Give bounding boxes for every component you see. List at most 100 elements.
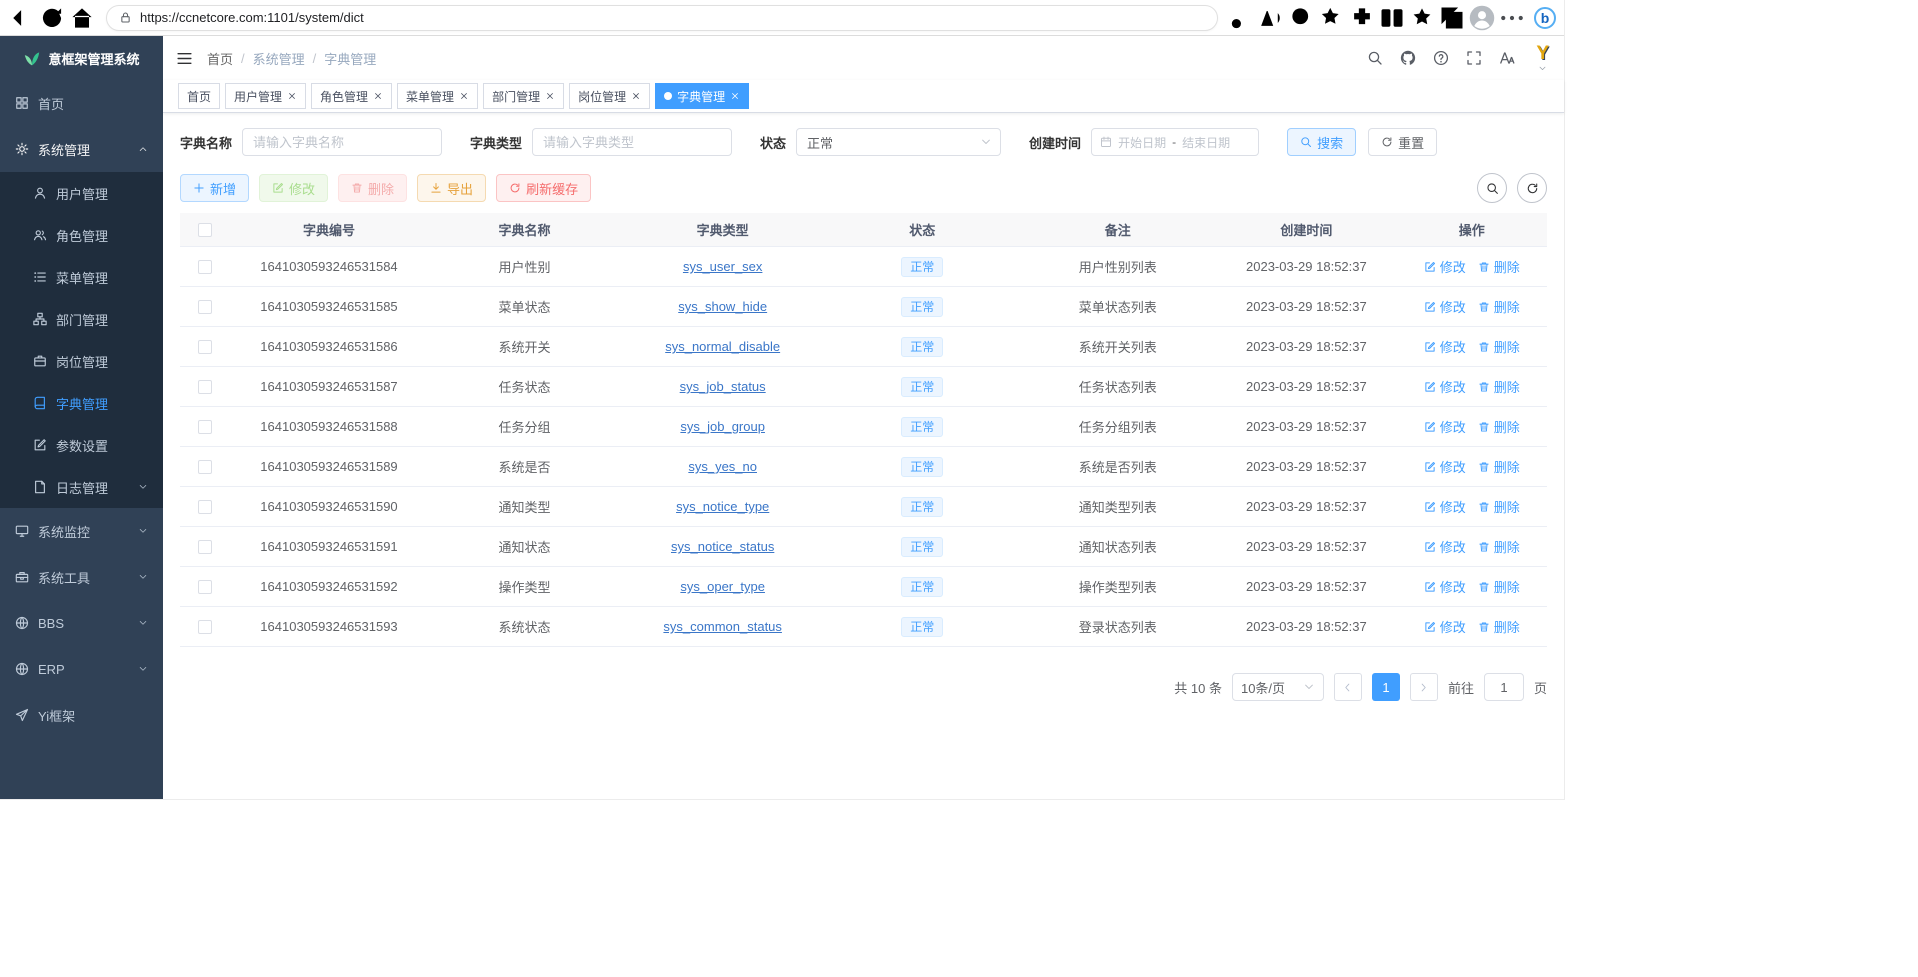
close-icon[interactable] bbox=[730, 91, 740, 101]
close-icon[interactable] bbox=[373, 91, 383, 101]
toggle-search-button[interactable] bbox=[1477, 173, 1507, 203]
reset-button[interactable]: 重置 bbox=[1368, 128, 1437, 156]
edit-button[interactable]: 修改 bbox=[259, 174, 328, 202]
dict-name-input[interactable] bbox=[242, 128, 442, 156]
tab-menu-management[interactable]: 菜单管理 bbox=[397, 83, 478, 109]
sidebar-item-post-management[interactable]: 岗位管理 bbox=[0, 340, 163, 382]
sidebar-item-erp[interactable]: ERP bbox=[0, 646, 163, 692]
close-icon[interactable] bbox=[287, 91, 297, 101]
tab-role-management[interactable]: 角色管理 bbox=[311, 83, 392, 109]
row-delete-button[interactable]: 删除 bbox=[1478, 457, 1520, 476]
home-icon[interactable] bbox=[68, 4, 96, 31]
row-delete-button[interactable]: 删除 bbox=[1478, 297, 1520, 316]
export-button[interactable]: 导出 bbox=[417, 174, 486, 202]
row-delete-button[interactable]: 删除 bbox=[1478, 617, 1520, 636]
font-size-icon[interactable] bbox=[1499, 50, 1515, 66]
row-checkbox[interactable] bbox=[198, 420, 212, 434]
row-edit-button[interactable]: 修改 bbox=[1424, 577, 1466, 596]
row-checkbox[interactable] bbox=[198, 580, 212, 594]
select-all-checkbox[interactable] bbox=[198, 223, 212, 237]
row-checkbox[interactable] bbox=[198, 500, 212, 514]
favorite-add-icon[interactable] bbox=[1318, 4, 1346, 31]
next-page-button[interactable] bbox=[1410, 673, 1438, 701]
sidebar-item-system-monitor[interactable]: 系统监控 bbox=[0, 508, 163, 554]
refresh-page-icon[interactable] bbox=[38, 4, 66, 31]
favorites-bar-icon[interactable] bbox=[1408, 4, 1436, 31]
sidebar-item-dept-management[interactable]: 部门管理 bbox=[0, 298, 163, 340]
back-icon[interactable] bbox=[8, 4, 36, 31]
page-number-button[interactable]: 1 bbox=[1372, 673, 1400, 701]
framework-logo[interactable]: Y bbox=[1536, 44, 1549, 73]
row-edit-button[interactable]: 修改 bbox=[1424, 377, 1466, 396]
refresh-cache-button[interactable]: 刷新缓存 bbox=[496, 174, 591, 202]
close-icon[interactable] bbox=[545, 91, 555, 101]
row-checkbox[interactable] bbox=[198, 540, 212, 554]
tab-home[interactable]: 首页 bbox=[178, 83, 220, 109]
row-edit-button[interactable]: 修改 bbox=[1424, 417, 1466, 436]
goto-page-input[interactable] bbox=[1484, 673, 1524, 701]
sidebar-item-log-management[interactable]: 日志管理 bbox=[0, 466, 163, 508]
row-delete-button[interactable]: 删除 bbox=[1478, 417, 1520, 436]
dict-type-input[interactable] bbox=[532, 128, 732, 156]
collections-icon[interactable] bbox=[1438, 4, 1466, 31]
row-edit-button[interactable]: 修改 bbox=[1424, 257, 1466, 276]
row-edit-button[interactable]: 修改 bbox=[1424, 497, 1466, 516]
row-checkbox[interactable] bbox=[198, 340, 212, 354]
row-checkbox[interactable] bbox=[198, 300, 212, 314]
sidebar-item-role-management[interactable]: 角色管理 bbox=[0, 214, 163, 256]
row-delete-button[interactable]: 删除 bbox=[1478, 377, 1520, 396]
sidebar-item-yi-framework[interactable]: Yi框架 bbox=[0, 692, 163, 738]
dict-type-link[interactable]: sys_notice_type bbox=[676, 499, 769, 514]
github-icon[interactable] bbox=[1400, 50, 1416, 66]
row-delete-button[interactable]: 删除 bbox=[1478, 537, 1520, 556]
dict-type-link[interactable]: sys_oper_type bbox=[680, 579, 765, 594]
sidebar-item-menu-management[interactable]: 菜单管理 bbox=[0, 256, 163, 298]
dict-type-link[interactable]: sys_common_status bbox=[663, 619, 782, 634]
tab-dict-management[interactable]: 字典管理 bbox=[655, 83, 749, 109]
sidebar-item-param-settings[interactable]: 参数设置 bbox=[0, 424, 163, 466]
profile-icon[interactable] bbox=[1468, 4, 1496, 31]
row-checkbox[interactable] bbox=[198, 260, 212, 274]
extensions-icon[interactable] bbox=[1348, 4, 1376, 31]
read-aloud-icon[interactable] bbox=[1258, 4, 1286, 31]
close-icon[interactable] bbox=[631, 91, 641, 101]
tab-dept-management[interactable]: 部门管理 bbox=[483, 83, 564, 109]
page-size-select[interactable]: 10条/页 bbox=[1232, 673, 1324, 701]
row-delete-button[interactable]: 删除 bbox=[1478, 497, 1520, 516]
help-icon[interactable] bbox=[1433, 50, 1449, 66]
tab-post-management[interactable]: 岗位管理 bbox=[569, 83, 650, 109]
sidebar-item-system-management[interactable]: 系统管理 bbox=[0, 126, 163, 172]
add-button[interactable]: 新增 bbox=[180, 174, 249, 202]
row-edit-button[interactable]: 修改 bbox=[1424, 337, 1466, 356]
search-icon[interactable] bbox=[1367, 50, 1383, 66]
split-screen-icon[interactable] bbox=[1378, 4, 1406, 31]
row-edit-button[interactable]: 修改 bbox=[1424, 457, 1466, 476]
status-select[interactable]: 正常 bbox=[796, 128, 1001, 156]
row-delete-button[interactable]: 删除 bbox=[1478, 257, 1520, 276]
dict-type-link[interactable]: sys_job_group bbox=[680, 419, 765, 434]
sidebar-item-home[interactable]: 首页 bbox=[0, 80, 163, 126]
sidebar-item-bbs[interactable]: BBS bbox=[0, 600, 163, 646]
sidebar-item-user-management[interactable]: 用户管理 bbox=[0, 172, 163, 214]
search-button[interactable]: 搜索 bbox=[1287, 128, 1356, 156]
date-range-picker[interactable]: 开始日期 - 结束日期 bbox=[1091, 128, 1259, 156]
dict-type-link[interactable]: sys_job_status bbox=[680, 379, 766, 394]
tab-user-management[interactable]: 用户管理 bbox=[225, 83, 306, 109]
prev-page-button[interactable] bbox=[1334, 673, 1362, 701]
row-checkbox[interactable] bbox=[198, 620, 212, 634]
row-edit-button[interactable]: 修改 bbox=[1424, 297, 1466, 316]
close-icon[interactable] bbox=[459, 91, 469, 101]
sidebar-item-dict-management[interactable]: 字典管理 bbox=[0, 382, 163, 424]
refresh-table-button[interactable] bbox=[1517, 173, 1547, 203]
row-checkbox[interactable] bbox=[198, 380, 212, 394]
key-icon[interactable] bbox=[1228, 4, 1256, 31]
fullscreen-icon[interactable] bbox=[1466, 50, 1482, 66]
delete-button[interactable]: 删除 bbox=[338, 174, 407, 202]
dict-type-link[interactable]: sys_notice_status bbox=[671, 539, 774, 554]
row-edit-button[interactable]: 修改 bbox=[1424, 537, 1466, 556]
url-bar[interactable]: https://ccnetcore.com:1101/system/dict bbox=[106, 5, 1218, 31]
dict-type-link[interactable]: sys_show_hide bbox=[678, 299, 767, 314]
row-delete-button[interactable]: 删除 bbox=[1478, 337, 1520, 356]
collapse-sidebar-icon[interactable] bbox=[176, 50, 193, 67]
row-edit-button[interactable]: 修改 bbox=[1424, 617, 1466, 636]
